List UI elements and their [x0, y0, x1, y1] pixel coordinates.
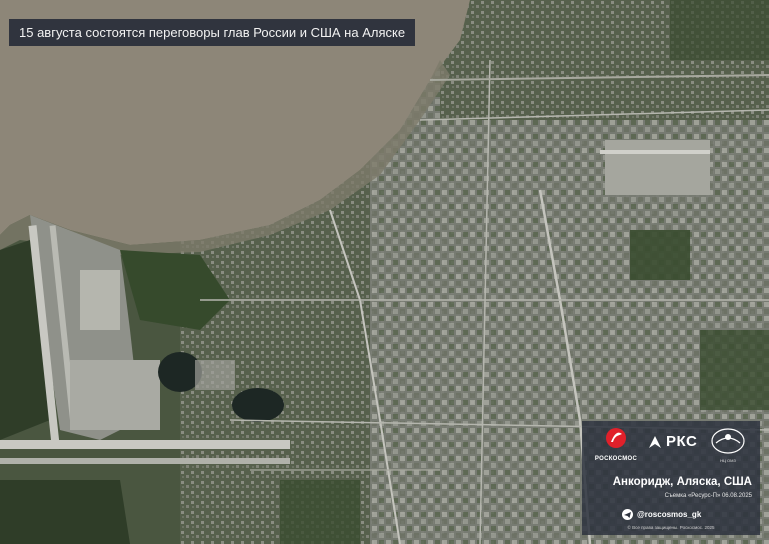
ntz-logo-icon	[711, 428, 745, 454]
telegram-link[interactable]: @roscosmos_gk	[622, 509, 701, 520]
info-panel: РОСКОСМОС РКС НЦ ОМЗ Анкоридж, Аляска, С…	[582, 421, 760, 535]
location-title: Анкоридж, Аляска, США	[612, 476, 752, 488]
headline-caption: 15 августа состоятся переговоры глав Рос…	[9, 19, 416, 46]
rks-logo-icon	[649, 435, 661, 448]
rks-logo: РКС	[648, 433, 697, 450]
telegram-icon	[622, 509, 633, 520]
social-handle: @roscosmos_gk	[637, 510, 702, 519]
roscosmos-logo: РОСКОСМОС	[590, 427, 642, 462]
roscosmos-logo-text: РОСКОСМОС	[594, 456, 638, 462]
lake-spenard	[232, 388, 284, 422]
rks-logo-text: РКС	[666, 433, 698, 450]
capture-info: Съемка «Ресурс-П» 06.08.2025	[664, 493, 752, 499]
copyright-notice: © Все права защищены. Роскосмос. 2025	[627, 525, 715, 530]
ntz-logo: НЦ ОМЗ	[710, 427, 746, 463]
roscosmos-logo-icon	[606, 428, 626, 448]
ntz-logo-text: НЦ ОМЗ	[720, 458, 736, 463]
